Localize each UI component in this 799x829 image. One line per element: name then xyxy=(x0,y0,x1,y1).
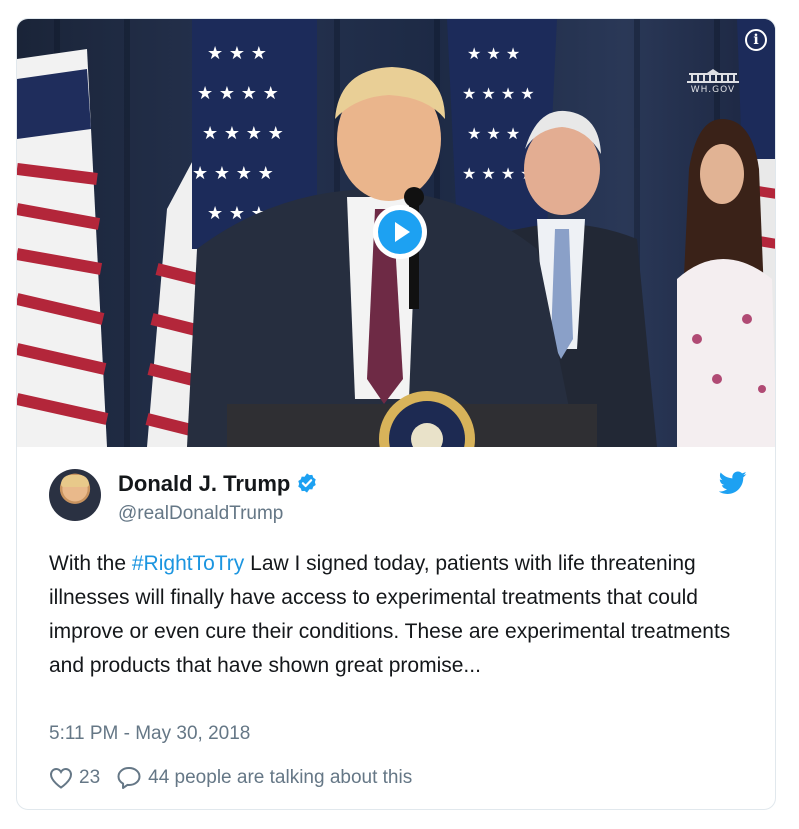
author-name[interactable]: Donald J. Trump xyxy=(118,471,318,497)
video-thumbnail[interactable]: ★ ★ ★ ★ ★ ★ ★ ★ ★ ★ ★ ★ ★ ★ ★ ★ ★ ★ ★ ★ ★ ★… xyxy=(17,19,775,447)
verified-badge-icon xyxy=(298,473,317,493)
svg-text:★ ★ ★ ★: ★ ★ ★ ★ xyxy=(192,163,274,184)
play-button[interactable] xyxy=(373,205,427,259)
info-icon[interactable]: i xyxy=(745,29,767,51)
embedded-tweet-card[interactable]: ★ ★ ★ ★ ★ ★ ★ ★ ★ ★ ★ ★ ★ ★ ★ ★ ★ ★ ★ ★ ★ ★… xyxy=(16,18,776,810)
svg-text:★ ★ ★: ★ ★ ★ xyxy=(467,44,520,63)
wh-gov-watermark: WH.GOV xyxy=(685,69,741,95)
talking-link[interactable]: 44 people are talking about this xyxy=(116,766,412,790)
tweet-actions: 23 44 people are talking about this xyxy=(49,765,412,791)
twitter-bird-icon[interactable] xyxy=(719,471,747,495)
svg-text:★ ★ ★ ★: ★ ★ ★ ★ xyxy=(462,84,535,103)
tweet-text: With the #RightToTry Law I signed today,… xyxy=(49,547,739,683)
svg-text:★ ★ ★ ★: ★ ★ ★ ★ xyxy=(197,83,279,104)
hashtag-link[interactable]: #RightToTry xyxy=(132,552,244,575)
talking-text: 44 people are talking about this xyxy=(148,767,413,788)
svg-text:★ ★ ★ ★: ★ ★ ★ ★ xyxy=(462,164,535,183)
likes-count: 23 xyxy=(79,767,101,788)
display-name-text: Donald J. Trump xyxy=(118,471,291,496)
watermark-text: WH.GOV xyxy=(690,85,736,95)
white-house-icon xyxy=(687,69,739,83)
like-button[interactable]: 23 xyxy=(49,767,116,789)
speech-bubble-icon xyxy=(117,767,141,789)
avatar[interactable] xyxy=(49,469,101,521)
svg-text:★ ★ ★: ★ ★ ★ xyxy=(207,43,267,64)
timestamp-link[interactable]: 5:11 PM - May 30, 2018 xyxy=(49,723,250,745)
svg-text:★ ★ ★: ★ ★ ★ xyxy=(467,124,520,143)
tweet-text-before: With the xyxy=(49,552,132,575)
heart-icon xyxy=(49,767,73,789)
author-handle[interactable]: @realDonaldTrump xyxy=(118,503,283,525)
play-icon xyxy=(378,210,422,254)
svg-text:★ ★ ★ ★: ★ ★ ★ ★ xyxy=(202,123,284,144)
